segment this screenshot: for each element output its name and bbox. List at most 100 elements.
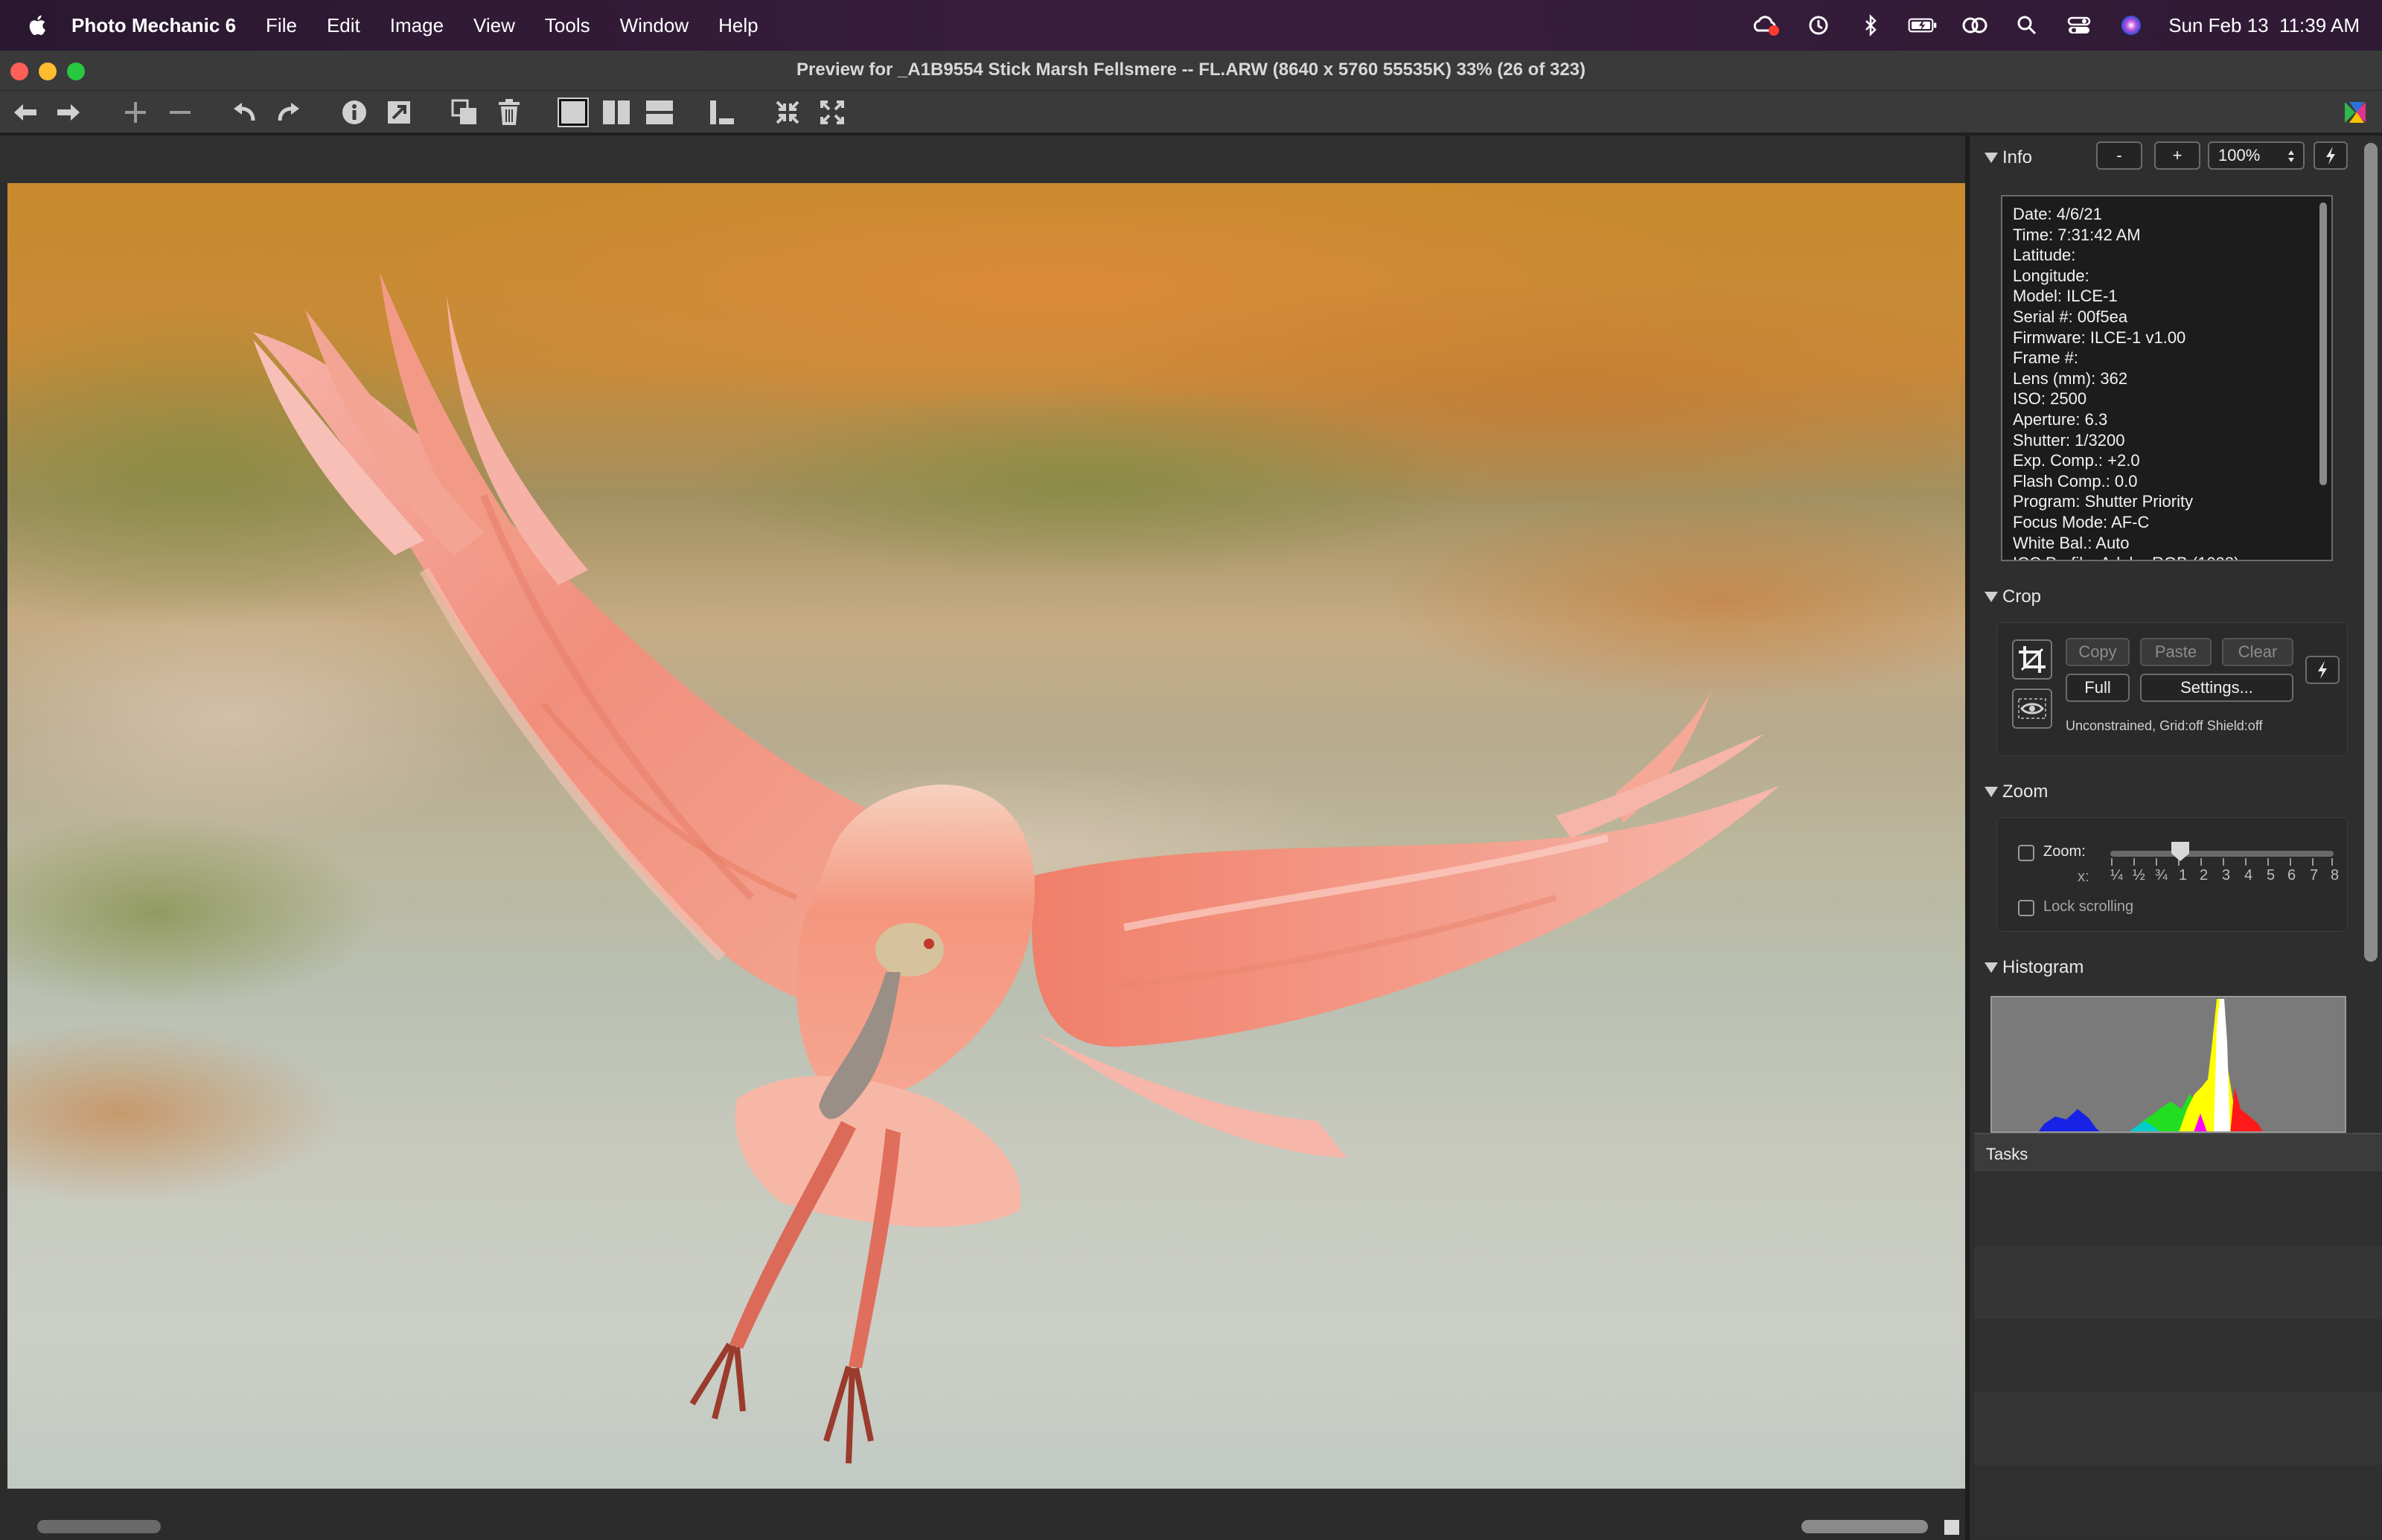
columns-icon [603, 100, 630, 124]
collapse-icon [776, 100, 799, 124]
info-line-aperture: Aperture: 6.3 [2013, 409, 2108, 429]
resize-corner[interactable] [1944, 1520, 1959, 1535]
rows-icon [646, 100, 673, 124]
siri-icon[interactable] [2116, 14, 2146, 36]
menu-help[interactable]: Help [718, 14, 758, 37]
lightning-icon [2318, 661, 2327, 679]
menu-edit[interactable]: Edit [327, 14, 360, 37]
menu-view[interactable]: View [473, 14, 515, 37]
window-titlebar: Preview for _A1B9554 Stick Marsh Fellsme… [0, 51, 2382, 91]
info-line-latitude: Latitude: [2013, 246, 2076, 265]
zoom-out-button[interactable] [165, 91, 195, 134]
time-machine-icon[interactable] [1804, 14, 1833, 36]
info-line-exp-comp: Exp. Comp.: +2.0 [2013, 451, 2140, 470]
control-center-icon[interactable] [2064, 14, 2094, 36]
info-section-header[interactable]: Info [1985, 147, 2032, 168]
zoom-scale-tick-4: 1 [2179, 867, 2188, 884]
zoom-scale-tick-6: 3 [2222, 867, 2231, 884]
copy-icon [451, 99, 476, 124]
next-photo-button[interactable] [54, 91, 83, 134]
copy-button[interactable] [450, 91, 479, 134]
info-heading: Info [2002, 147, 2033, 167]
creative-cloud-icon[interactable] [1752, 14, 1781, 36]
disclosure-triangle-icon [1985, 962, 1998, 973]
zoom-section-header[interactable]: Zoom [1985, 782, 2048, 802]
task-row [1974, 1246, 2382, 1319]
info-line-serial: Serial #: 00f5ea [2013, 307, 2128, 326]
info-metadata-panel[interactable]: Date: 4/6/21 Time: 7:31:42 AM Latitude: … [2001, 195, 2333, 561]
crop-settings-button[interactable]: Settings... [2140, 674, 2293, 702]
filmstrip-button[interactable] [707, 91, 737, 134]
menu-file[interactable]: File [266, 14, 297, 37]
spotlight-search-icon[interactable] [2012, 14, 2042, 36]
menu-tools[interactable]: Tools [545, 14, 590, 37]
menubar: Photo Mechanic 6 File Edit Image View To… [0, 0, 2382, 51]
screen-mirroring-icon[interactable] [1960, 14, 1990, 36]
preview-area [0, 135, 1965, 1540]
eye-icon [2018, 698, 2046, 719]
zoom-slider-track[interactable] [2110, 851, 2334, 857]
horizontal-scrollbar-left[interactable] [37, 1520, 161, 1533]
stacked-view-button[interactable] [643, 91, 676, 134]
shrink-button[interactable] [773, 91, 802, 134]
preview-photo[interactable] [7, 183, 1965, 1489]
battery-icon[interactable] [1908, 14, 1938, 36]
info-zoom-plus-button[interactable]: + [2154, 141, 2200, 170]
side-panel-scrollbar[interactable] [2364, 143, 2378, 962]
crop-heading: Crop [2002, 587, 2042, 607]
menu-window[interactable]: Window [620, 14, 689, 37]
crop-preview-toggle[interactable] [2012, 688, 2052, 729]
disclosure-triangle-icon [1985, 153, 1998, 163]
pm-logo-icon [2345, 102, 2366, 123]
crop-paste-button[interactable]: Paste [2140, 638, 2212, 666]
tasks-label: Tasks [1986, 1145, 2028, 1163]
info-zoom-stepper[interactable]: 100% [2208, 141, 2305, 170]
crop-copy-button[interactable]: Copy [2066, 638, 2130, 666]
single-view-button[interactable] [557, 91, 590, 134]
info-line-date: Date: 4/6/21 [2013, 205, 2102, 223]
crop-panel: Copy Paste Clear Full Settings... Uncons… [1996, 622, 2348, 756]
info-scrollbar[interactable] [2319, 202, 2327, 485]
info-zoom-minus-button[interactable]: - [2096, 141, 2142, 170]
zoom-checkbox[interactable] [2018, 845, 2034, 861]
info-line-model: Model: ILCE-1 [2013, 287, 2118, 306]
crop-full-button[interactable]: Full [2066, 674, 2130, 702]
histogram-section-header[interactable]: Histogram [1985, 957, 2084, 978]
delete-button[interactable] [494, 91, 524, 134]
menubar-clock[interactable]: Sun Feb 13 11:39 AM [2168, 14, 2360, 37]
zoom-scale-tick-7: 4 [2244, 867, 2253, 884]
info-button[interactable] [339, 91, 369, 134]
side-by-side-view-button[interactable] [600, 91, 633, 134]
zoom-scale-tick-5: 2 [2200, 867, 2209, 884]
crop-section-header[interactable]: Crop [1985, 587, 2041, 607]
previous-photo-button[interactable] [10, 91, 40, 134]
info-line-icc-profile: ICC Profile: Adobe RGB (1998) [2013, 553, 2321, 560]
crop-action-button[interactable] [2305, 656, 2340, 684]
plus-icon [125, 102, 146, 123]
zoom-scale-tick-10: 7 [2310, 867, 2319, 884]
info-action-button[interactable] [2314, 141, 2348, 170]
zoom-in-button[interactable] [121, 91, 150, 134]
info-line-frame: Frame #: [2013, 348, 2079, 368]
horizontal-scrollbar-right[interactable] [1801, 1520, 1928, 1533]
menu-image[interactable]: Image [390, 14, 444, 37]
expand-button[interactable] [817, 91, 847, 134]
zoom-heading: Zoom [2002, 782, 2049, 802]
zoom-scale-tick-1: ¼ [2110, 867, 2123, 884]
rotate-right-button[interactable] [274, 91, 304, 134]
crop-tool-button[interactable] [2012, 639, 2052, 680]
info-line-iso: ISO: 2500 [2013, 389, 2087, 409]
rotate-left-button[interactable] [229, 91, 259, 134]
crop-clear-button[interactable]: Clear [2222, 638, 2293, 666]
filmstrip-icon [710, 100, 734, 124]
bluetooth-icon[interactable] [1856, 14, 1886, 36]
app-name-menu[interactable]: Photo Mechanic 6 [71, 14, 236, 37]
menubar-status-area: Sun Feb 13 11:39 AM [1752, 0, 2360, 51]
lock-scrolling-checkbox[interactable] [2018, 900, 2034, 916]
tasks-header[interactable]: Tasks [1974, 1133, 2382, 1172]
edit-externally-button[interactable] [384, 91, 414, 134]
lightning-icon [2326, 147, 2335, 164]
open-external-icon [388, 101, 410, 124]
disclosure-triangle-icon [1985, 592, 1998, 602]
apple-icon[interactable] [25, 13, 51, 38]
